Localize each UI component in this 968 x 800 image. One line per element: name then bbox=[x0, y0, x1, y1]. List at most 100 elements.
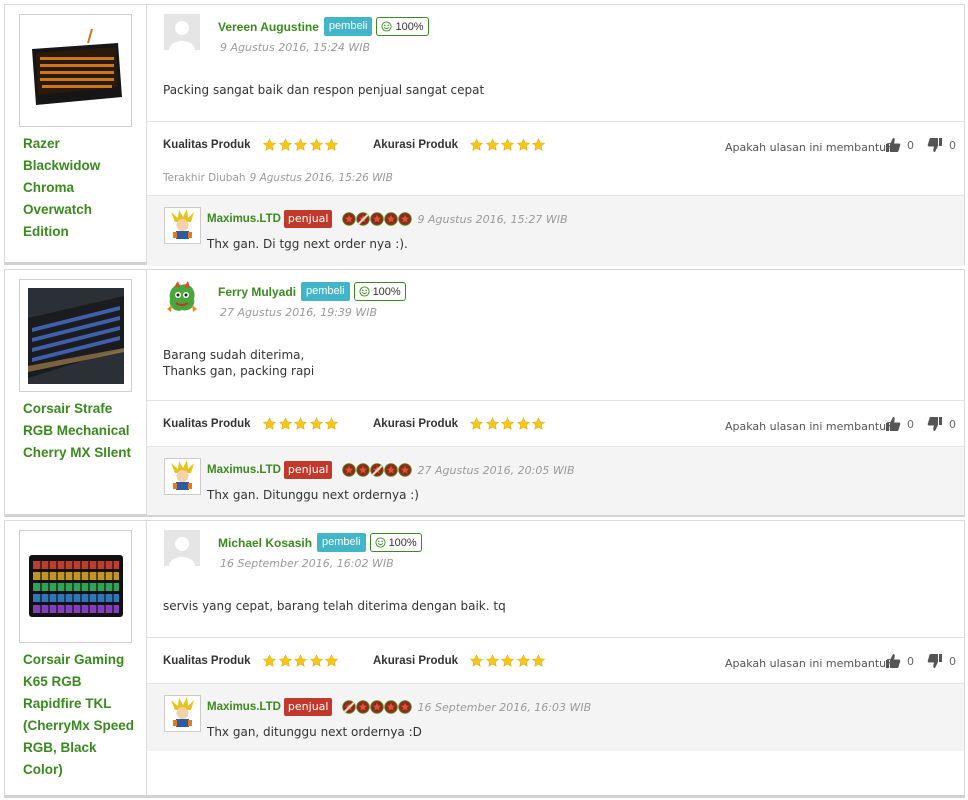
product-column: Razer Blackwidow Chroma Overwatch Editio… bbox=[5, 5, 147, 262]
review-date: 27 Agustus 2016, 19:39 WIB bbox=[220, 306, 378, 319]
dislike-count: 0 bbox=[949, 138, 956, 152]
review-body: Michael Kosasih pembeli 100% 16 Septembe… bbox=[147, 521, 964, 795]
star-icon bbox=[516, 417, 530, 430]
reputation-medal-icon bbox=[370, 212, 385, 226]
accuracy-stars bbox=[469, 417, 547, 431]
star-icon bbox=[516, 138, 530, 151]
edited-row: Terakhir Diubah 9 Agustus 2016, 15:26 WIB bbox=[147, 167, 964, 195]
seller-reply: Maximus.LTD penjual 9 Agustus 2016, 15:2… bbox=[147, 195, 964, 266]
reviewer-name[interactable]: Vereen Augustine bbox=[218, 20, 319, 34]
reply-date: 16 September 2016, 16:03 WIB bbox=[417, 700, 592, 714]
reputation-medal-icon bbox=[370, 700, 385, 714]
smile-icon bbox=[359, 286, 370, 297]
star-icon bbox=[516, 654, 530, 667]
like-button[interactable]: 0 bbox=[885, 653, 914, 669]
helpful-question: Apakah ulasan ini membantu? bbox=[725, 657, 892, 670]
star-icon bbox=[500, 654, 515, 667]
reputation-badge[interactable]: 100% bbox=[376, 17, 429, 36]
rating-row: Kualitas Produk Akurasi Produk Apakah ul… bbox=[147, 121, 964, 167]
reputation-medal-icon bbox=[384, 463, 399, 477]
seller-avatar[interactable] bbox=[164, 458, 201, 495]
default-user-icon[interactable] bbox=[164, 14, 200, 50]
reviewer-name[interactable]: Ferry Mulyadi bbox=[218, 285, 296, 299]
star-icon bbox=[469, 654, 484, 667]
review-text: servis yang cepat, barang telah diterima… bbox=[147, 595, 964, 637]
reply-text: Thx gan. Ditunggu next ordernya :) bbox=[207, 488, 419, 502]
star-icon bbox=[278, 654, 292, 667]
seller-name[interactable]: Maximus.LTD bbox=[207, 701, 281, 713]
review-header: Michael Kosasih pembeli 100% 16 Septembe… bbox=[147, 521, 964, 595]
reputation-medal-icon bbox=[398, 463, 413, 477]
buyer-badge: pembeli bbox=[317, 533, 366, 552]
product-name[interactable]: Corsair Gaming K65 RGB Rapidfire TKL (Ch… bbox=[19, 649, 137, 781]
thumbs-down-icon bbox=[927, 417, 942, 431]
reputation-medal-icon bbox=[356, 212, 371, 226]
review-text-line: Packing sangat baik dan respon penjual s… bbox=[163, 83, 485, 97]
thumbs-down-icon bbox=[927, 654, 942, 668]
product-column: Corsair Strafe RGB Mechanical Cherry MX … bbox=[5, 270, 147, 514]
dislike-count: 0 bbox=[949, 654, 956, 668]
reputation-badge[interactable]: 100% bbox=[353, 282, 406, 301]
edited-date: 9 Agustus 2016, 15:26 WIB bbox=[249, 172, 393, 184]
product-image[interactable] bbox=[19, 279, 132, 392]
review-header: Ferry Mulyadi pembeli 100% 27 Agustus 20… bbox=[147, 270, 964, 344]
dislike-button[interactable]: 0 bbox=[927, 137, 956, 153]
reputation-badge[interactable]: 100% bbox=[369, 533, 422, 552]
reputation-medal-icon bbox=[384, 212, 399, 226]
star-icon bbox=[485, 417, 499, 430]
seller-medals bbox=[342, 700, 413, 714]
star-icon bbox=[485, 138, 499, 151]
review-card: Razer Blackwidow Chroma Overwatch Editio… bbox=[4, 4, 965, 266]
star-icon bbox=[469, 417, 484, 430]
reviewer-line: Vereen Augustine pembeli 100% bbox=[218, 17, 429, 36]
buyer-badge: pembeli bbox=[301, 282, 350, 301]
thumbs-up-icon bbox=[886, 138, 901, 152]
reputation-medal-icon bbox=[342, 700, 357, 714]
reputation-medal-icon bbox=[356, 463, 371, 477]
like-button[interactable]: 0 bbox=[885, 416, 914, 432]
seller-name[interactable]: Maximus.LTD bbox=[207, 464, 281, 476]
rating-row: Kualitas Produk Akurasi Produk Apakah ul… bbox=[147, 400, 964, 446]
helpful-question: Apakah ulasan ini membantu? bbox=[725, 420, 892, 433]
smile-icon bbox=[375, 537, 386, 548]
review-card: Corsair Strafe RGB Mechanical Cherry MX … bbox=[4, 269, 965, 517]
star-icon bbox=[531, 138, 546, 151]
seller-reply: Maximus.LTD penjual 27 Agustus 2016, 20:… bbox=[147, 446, 964, 515]
seller-reply: Maximus.LTD penjual 16 September 2016, 1… bbox=[147, 683, 964, 751]
quality-label: Kualitas Produk bbox=[163, 139, 251, 151]
product-name[interactable]: Corsair Strafe RGB Mechanical Cherry MX … bbox=[19, 398, 137, 464]
quality-stars bbox=[262, 654, 340, 668]
product-image[interactable] bbox=[19, 530, 132, 643]
reputation-medal-icon bbox=[356, 700, 371, 714]
accuracy-stars bbox=[469, 138, 547, 152]
reviewer-line: Ferry Mulyadi pembeli 100% bbox=[218, 282, 406, 301]
review-text-line: servis yang cepat, barang telah diterima… bbox=[163, 599, 506, 613]
seller-avatar[interactable] bbox=[164, 695, 201, 732]
review-date: 16 September 2016, 16:02 WIB bbox=[220, 557, 394, 570]
seller-name[interactable]: Maximus.LTD bbox=[207, 213, 281, 225]
edited-info: Terakhir Diubah 9 Agustus 2016, 15:26 WIB bbox=[163, 172, 393, 184]
seller-medals bbox=[342, 463, 413, 477]
product-name[interactable]: Razer Blackwidow Chroma Overwatch Editio… bbox=[19, 133, 137, 243]
review-text-line: Barang sudah diterima, bbox=[163, 348, 305, 362]
product-image[interactable] bbox=[19, 14, 132, 127]
seller-line: Maximus.LTD penjual 9 Agustus 2016, 15:2… bbox=[207, 210, 568, 228]
reviewer-line: Michael Kosasih pembeli 100% bbox=[218, 533, 422, 552]
dragon-avatar-icon[interactable] bbox=[164, 279, 200, 315]
reviewer-name[interactable]: Michael Kosasih bbox=[218, 536, 312, 550]
accuracy-label: Akurasi Produk bbox=[373, 139, 458, 151]
dislike-button[interactable]: 0 bbox=[927, 653, 956, 669]
quality-stars bbox=[262, 417, 340, 431]
reply-date: 9 Agustus 2016, 15:27 WIB bbox=[417, 212, 568, 226]
reputation-value: 100% bbox=[372, 285, 401, 298]
like-button[interactable]: 0 bbox=[885, 137, 914, 153]
reply-text: Thx gan, ditunggu next ordernya :D bbox=[207, 725, 422, 739]
star-icon bbox=[293, 138, 308, 151]
product-column: Corsair Gaming K65 RGB Rapidfire TKL (Ch… bbox=[5, 521, 147, 795]
dislike-button[interactable]: 0 bbox=[927, 416, 956, 432]
seller-line: Maximus.LTD penjual 27 Agustus 2016, 20:… bbox=[207, 461, 575, 479]
seller-avatar[interactable] bbox=[164, 207, 201, 244]
star-icon bbox=[278, 417, 292, 430]
star-icon bbox=[531, 654, 546, 667]
default-user-icon[interactable] bbox=[164, 530, 200, 566]
